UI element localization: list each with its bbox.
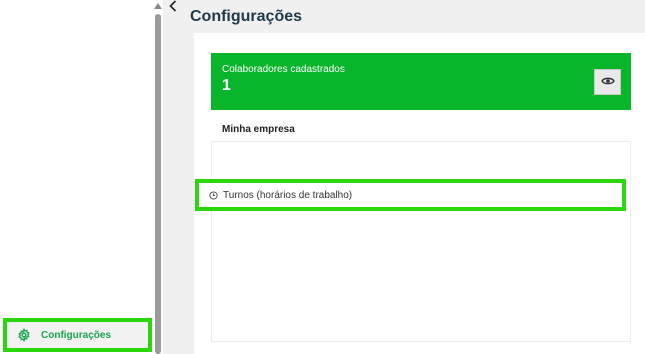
company-settings-list [211, 141, 631, 342]
gear-icon [17, 328, 31, 342]
employees-stat-card: Colaboradores cadastrados 1 [211, 53, 631, 110]
sidebar: Configurações [0, 0, 153, 354]
scroll-up-arrow-icon[interactable] [154, 3, 162, 9]
stat-label: Colaboradores cadastrados [222, 64, 345, 75]
collapse-strip [163, 0, 183, 354]
shifts-menu-item[interactable]: Turnos (horários de trabalho) [195, 179, 626, 211]
view-employees-button[interactable] [594, 69, 621, 95]
shifts-menu-label: Turnos (horários de trabalho) [223, 189, 353, 201]
eye-icon [600, 73, 615, 91]
chevron-left-icon[interactable] [167, 0, 179, 12]
scroll-thumb[interactable] [155, 14, 161, 354]
stat-value: 1 [222, 77, 231, 94]
clock-icon [209, 190, 218, 200]
section-title: Minha empresa [222, 124, 295, 135]
main-content: Configurações Colaboradores cadastrados … [183, 0, 645, 354]
sidebar-item-label: Configurações [41, 329, 112, 341]
page-title: Configurações [190, 8, 303, 25]
sidebar-scrollbar[interactable] [153, 0, 163, 354]
sidebar-item-configuracoes[interactable]: Configurações [3, 318, 152, 352]
